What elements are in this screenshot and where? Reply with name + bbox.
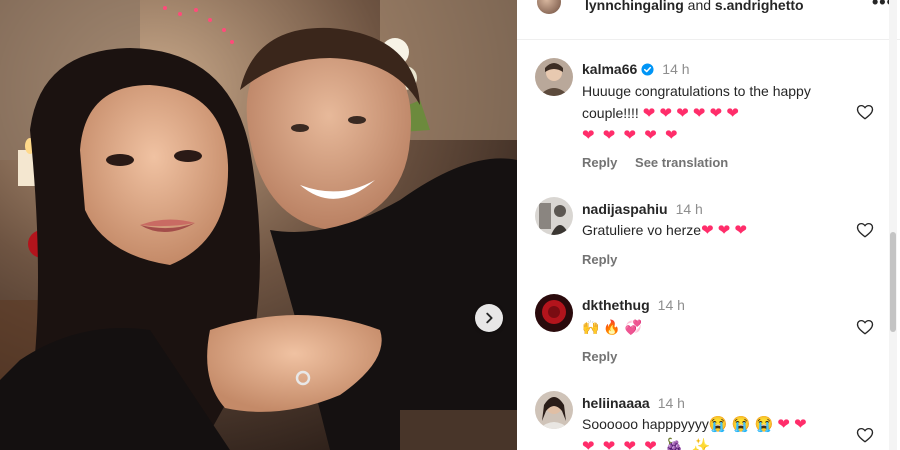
scrollbar-track[interactable] xyxy=(889,0,897,450)
avatar[interactable] xyxy=(535,391,573,429)
heart-outline-icon[interactable] xyxy=(856,221,874,239)
post-authors: lynnchingaling and s.andrighetto xyxy=(585,0,804,13)
heart-emojis: ❤ ❤ ❤ ❤ ❤ ❤ xyxy=(642,105,739,122)
comment-body: Gratuliere vo herze xyxy=(582,222,702,238)
comment-username[interactable]: heliinaaaa xyxy=(582,395,650,411)
comment-timestamp[interactable]: 14 h xyxy=(662,61,689,77)
verified-badge-icon xyxy=(641,62,654,76)
chevron-right-icon xyxy=(486,312,493,324)
comment-username[interactable]: kalma66 xyxy=(582,61,637,77)
comment-text: 🙌 🔥 💞 xyxy=(582,316,852,338)
comment-emojis: 🙌 🔥 💞 xyxy=(582,319,643,335)
comment-timestamp[interactable]: 14 h xyxy=(658,297,685,313)
next-photo-button[interactable] xyxy=(475,304,503,332)
author-username-1[interactable]: lynnchingaling xyxy=(585,0,684,13)
post-header: lynnchingaling and s.andrighetto ••• xyxy=(517,0,900,40)
author-avatar[interactable] xyxy=(535,0,563,16)
couple-photo xyxy=(0,0,517,450)
avatar[interactable] xyxy=(535,58,573,96)
comment-username[interactable]: nadijaspahiu xyxy=(582,201,668,217)
comment-text: Gratuliere vo herze❤ ❤ ❤ xyxy=(582,219,852,242)
comment-emojis: 😭 😭 😭 ❤ ❤ xyxy=(708,416,807,433)
reply-button[interactable]: Reply xyxy=(582,252,617,267)
heart-outline-icon[interactable] xyxy=(856,426,874,444)
author-username-2[interactable]: s.andrighetto xyxy=(715,0,804,13)
comment-text: Huuuge congratulations to the happy coup… xyxy=(582,80,852,147)
see-translation-button[interactable]: See translation xyxy=(635,155,728,170)
comment-text: Soooooo happpyyyy😭 😭 😭 ❤ ❤ ❤ ❤ ❤ ❤ 🍇 ✨ xyxy=(582,413,852,450)
post-photo xyxy=(0,0,517,450)
comment-timestamp[interactable]: 14 h xyxy=(676,201,703,217)
scrollbar-thumb[interactable] xyxy=(890,232,896,332)
avatar[interactable] xyxy=(535,294,573,332)
comment-emojis-line-2: ❤ ❤ ❤ ❤ 🍇 ✨ xyxy=(582,438,713,450)
comment-username[interactable]: dkthethug xyxy=(582,297,650,313)
comment-timestamp[interactable]: 14 h xyxy=(658,395,685,411)
comments-panel: lynnchingaling and s.andrighetto ••• kal… xyxy=(517,0,900,450)
reply-button[interactable]: Reply xyxy=(582,155,617,170)
heart-outline-icon[interactable] xyxy=(856,318,874,336)
authors-conjunction: and xyxy=(687,0,712,13)
reply-button[interactable]: Reply xyxy=(582,349,617,364)
heart-outline-icon[interactable] xyxy=(856,103,874,121)
heart-emojis-line-2: ❤ ❤ ❤ ❤ ❤ xyxy=(582,127,680,144)
comment-body: Soooooo happpyyyy xyxy=(582,416,709,432)
avatar[interactable] xyxy=(535,197,573,235)
heart-emojis: ❤ ❤ ❤ xyxy=(701,222,748,239)
